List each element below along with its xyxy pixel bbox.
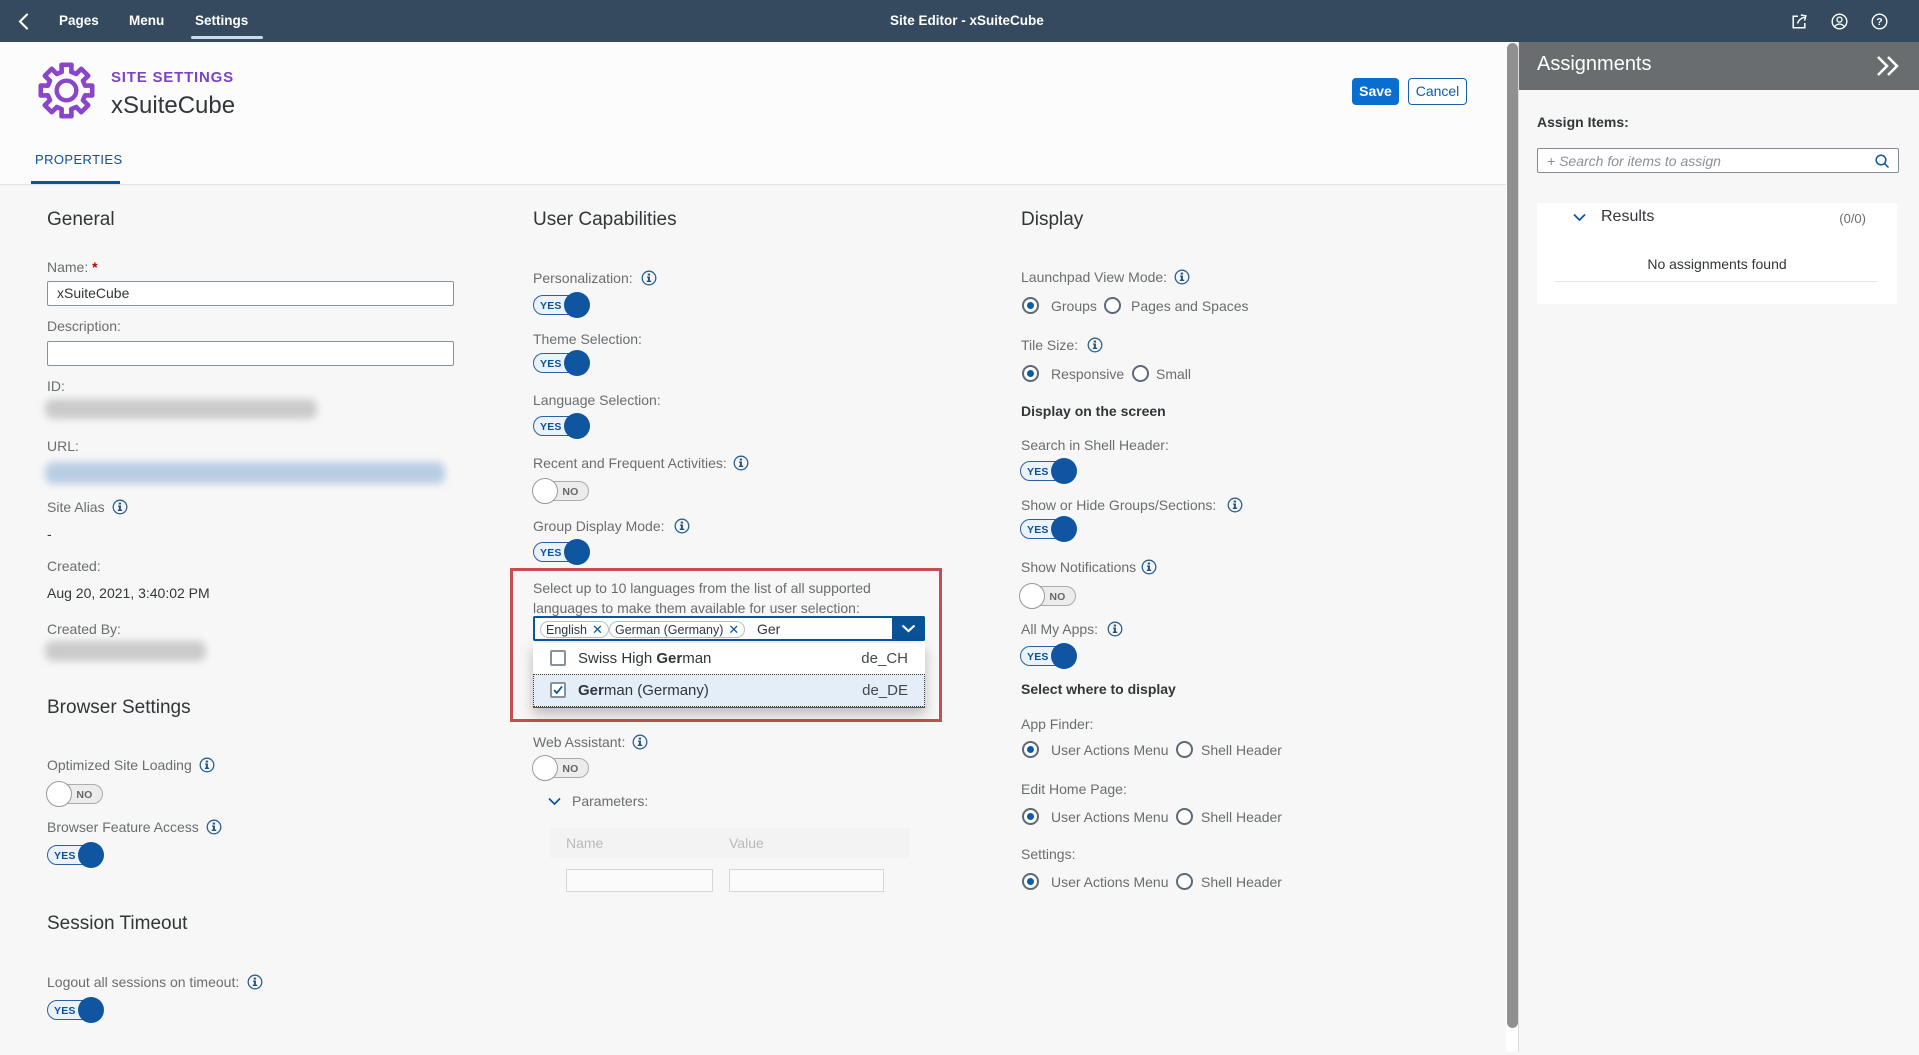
svg-text:?: ?: [1876, 16, 1882, 28]
